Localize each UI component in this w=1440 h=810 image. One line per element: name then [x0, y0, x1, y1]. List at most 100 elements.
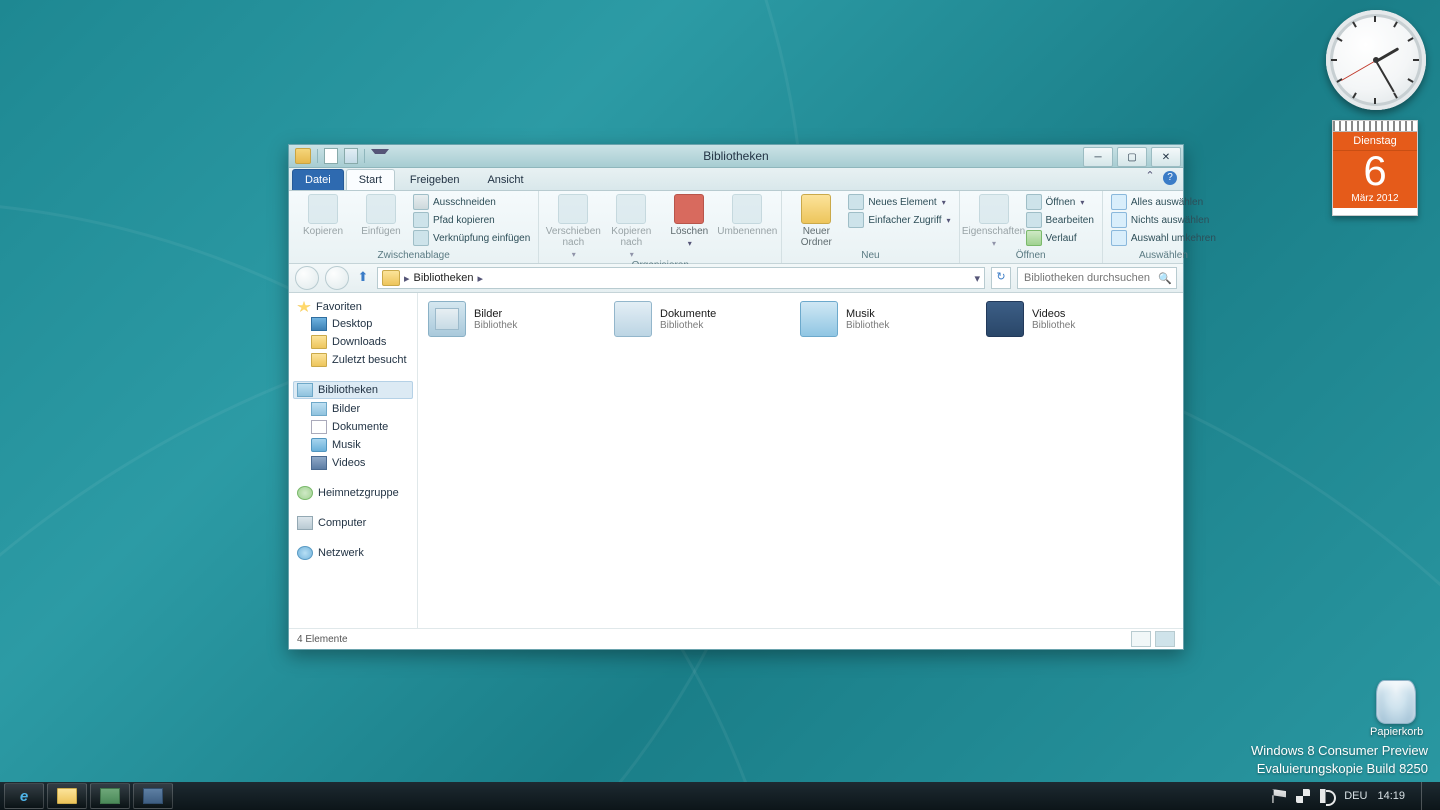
collapse-ribbon-icon[interactable]: ⌃	[1143, 171, 1157, 185]
easy-access-button[interactable]: Einfacher Zugriff▾	[848, 212, 950, 228]
open-icon	[1026, 194, 1042, 210]
recycle-bin-label: Papierkorb	[1370, 726, 1422, 738]
recycle-bin[interactable]: Papierkorb	[1370, 680, 1422, 738]
rename-button[interactable]: Umbenennen	[721, 194, 773, 237]
taskbar-app[interactable]	[133, 783, 173, 809]
show-desktop-button[interactable]	[1421, 782, 1430, 810]
calendar-gadget[interactable]: Dienstag 6 März 2012	[1332, 120, 1418, 216]
watermark: Windows 8 Consumer Preview Evaluierungsk…	[1251, 742, 1428, 778]
nav-pictures[interactable]: Bilder	[293, 400, 413, 418]
select-none-button[interactable]: Nichts auswählen	[1111, 212, 1216, 228]
clock-tick	[1407, 78, 1413, 83]
tab-file[interactable]: Datei	[292, 169, 344, 190]
clock-tick	[1374, 16, 1376, 22]
paste-button[interactable]: Einfügen	[355, 194, 407, 237]
group-label: Neu	[790, 250, 950, 261]
explorer-icon[interactable]	[295, 148, 311, 164]
status-bar: 4 Elemente	[289, 628, 1183, 649]
music-library-icon	[800, 301, 838, 337]
details-view-button[interactable]	[1131, 631, 1151, 647]
nav-libraries-header[interactable]: Bibliotheken	[293, 381, 413, 399]
minute-hand	[1375, 61, 1395, 93]
explorer-window: Bibliotheken ─ ▢ ✕ Datei Start Freigeben…	[288, 144, 1184, 650]
breadcrumb-dropdown-icon[interactable]: ▾	[974, 272, 980, 285]
delete-button[interactable]: Löschen▾	[663, 194, 715, 248]
nav-desktop[interactable]: Desktop	[293, 315, 413, 333]
new-folder-button[interactable]: Neuer Ordner	[790, 194, 842, 248]
video-icon	[311, 456, 327, 470]
language-indicator[interactable]: DEU	[1344, 790, 1367, 802]
nav-downloads[interactable]: Downloads	[293, 333, 413, 351]
properties-icon	[979, 194, 1009, 224]
volume-icon[interactable]	[1320, 789, 1334, 803]
new-folder-icon	[801, 194, 831, 224]
network-tray-icon[interactable]	[1296, 789, 1310, 803]
quick-access-toolbar	[289, 148, 395, 164]
group-label: Auswählen	[1111, 250, 1216, 261]
separator	[364, 149, 365, 163]
library-item-pictures[interactable]: BilderBibliothek	[428, 299, 614, 339]
nav-computer[interactable]: Computer	[293, 514, 413, 532]
refresh-button[interactable]: ↻	[991, 267, 1011, 289]
copy-button[interactable]: Kopieren	[297, 194, 349, 237]
taskbar-explorer[interactable]	[47, 783, 87, 809]
taskbar-ie[interactable]: e	[4, 783, 44, 809]
nav-recent[interactable]: Zuletzt besucht	[293, 351, 413, 369]
calendar-month: März 2012	[1333, 191, 1417, 208]
clock-tick	[1413, 59, 1419, 61]
properties-button[interactable]: Eigenschaften▾	[968, 194, 1020, 248]
titlebar[interactable]: Bibliotheken ─ ▢ ✕	[289, 145, 1183, 168]
taskbar-app[interactable]	[90, 783, 130, 809]
content-pane[interactable]: BilderBibliothek DokumenteBibliothek Mus…	[418, 293, 1183, 628]
nav-music[interactable]: Musik	[293, 436, 413, 454]
library-item-music[interactable]: MusikBibliothek	[800, 299, 986, 339]
tab-start[interactable]: Start	[346, 169, 395, 190]
nav-network[interactable]: Netzwerk	[293, 544, 413, 562]
search-input[interactable]	[1022, 271, 1158, 285]
minimize-button[interactable]: ─	[1083, 147, 1113, 167]
search-box[interactable]: 🔍	[1017, 267, 1177, 289]
desktop-icon	[311, 317, 327, 331]
library-item-videos[interactable]: VideosBibliothek	[986, 299, 1172, 339]
paste-link-button[interactable]: Verknüpfung einfügen	[413, 230, 530, 246]
clock-tick	[1352, 92, 1357, 98]
navigation-pane: Favoriten Desktop Downloads Zuletzt besu…	[289, 293, 418, 628]
nav-documents[interactable]: Dokumente	[293, 418, 413, 436]
cut-button[interactable]: Ausschneiden	[413, 194, 530, 210]
tab-view[interactable]: Ansicht	[474, 169, 536, 190]
history-button[interactable]: Verlauf	[1026, 230, 1094, 246]
close-button[interactable]: ✕	[1151, 147, 1181, 167]
breadcrumb-bar[interactable]: ▸ Bibliotheken ▸ ▾	[377, 267, 985, 289]
star-icon	[297, 301, 311, 313]
qat-newfolder-icon[interactable]	[344, 148, 358, 164]
nav-favorites-header[interactable]: Favoriten	[293, 299, 413, 315]
clock-gadget[interactable]	[1326, 10, 1426, 110]
delete-icon	[674, 194, 704, 224]
move-to-button[interactable]: Verschieben nach▾	[547, 194, 599, 259]
invert-selection-button[interactable]: Auswahl umkehren	[1111, 230, 1216, 246]
maximize-button[interactable]: ▢	[1117, 147, 1147, 167]
nav-videos[interactable]: Videos	[293, 454, 413, 472]
qat-customize-icon[interactable]	[371, 149, 389, 164]
tab-share[interactable]: Freigeben	[397, 169, 473, 190]
breadcrumb-item[interactable]: Bibliotheken	[414, 272, 474, 284]
invert-selection-icon	[1111, 230, 1127, 246]
clock-tick	[1393, 92, 1398, 98]
select-all-button[interactable]: Alles auswählen	[1111, 194, 1216, 210]
qat-properties-icon[interactable]	[324, 148, 338, 164]
new-item-button[interactable]: Neues Element▾	[848, 194, 950, 210]
edit-button[interactable]: Bearbeiten	[1026, 212, 1094, 228]
back-button[interactable]	[295, 266, 319, 290]
clock-time[interactable]: 14:19	[1377, 790, 1405, 802]
copy-path-button[interactable]: Pfad kopieren	[413, 212, 530, 228]
forward-button[interactable]	[325, 266, 349, 290]
up-button[interactable]: ⬆	[355, 270, 371, 286]
tiles-view-button[interactable]	[1155, 631, 1175, 647]
copy-to-button[interactable]: Kopieren nach▾	[605, 194, 657, 259]
open-button[interactable]: Öffnen▾	[1026, 194, 1094, 210]
help-icon[interactable]: ?	[1163, 171, 1177, 185]
library-item-documents[interactable]: DokumenteBibliothek	[614, 299, 800, 339]
nav-homegroup[interactable]: Heimnetzgruppe	[293, 484, 413, 502]
action-center-icon[interactable]	[1272, 789, 1286, 803]
calendar-day: 6	[1333, 151, 1417, 191]
